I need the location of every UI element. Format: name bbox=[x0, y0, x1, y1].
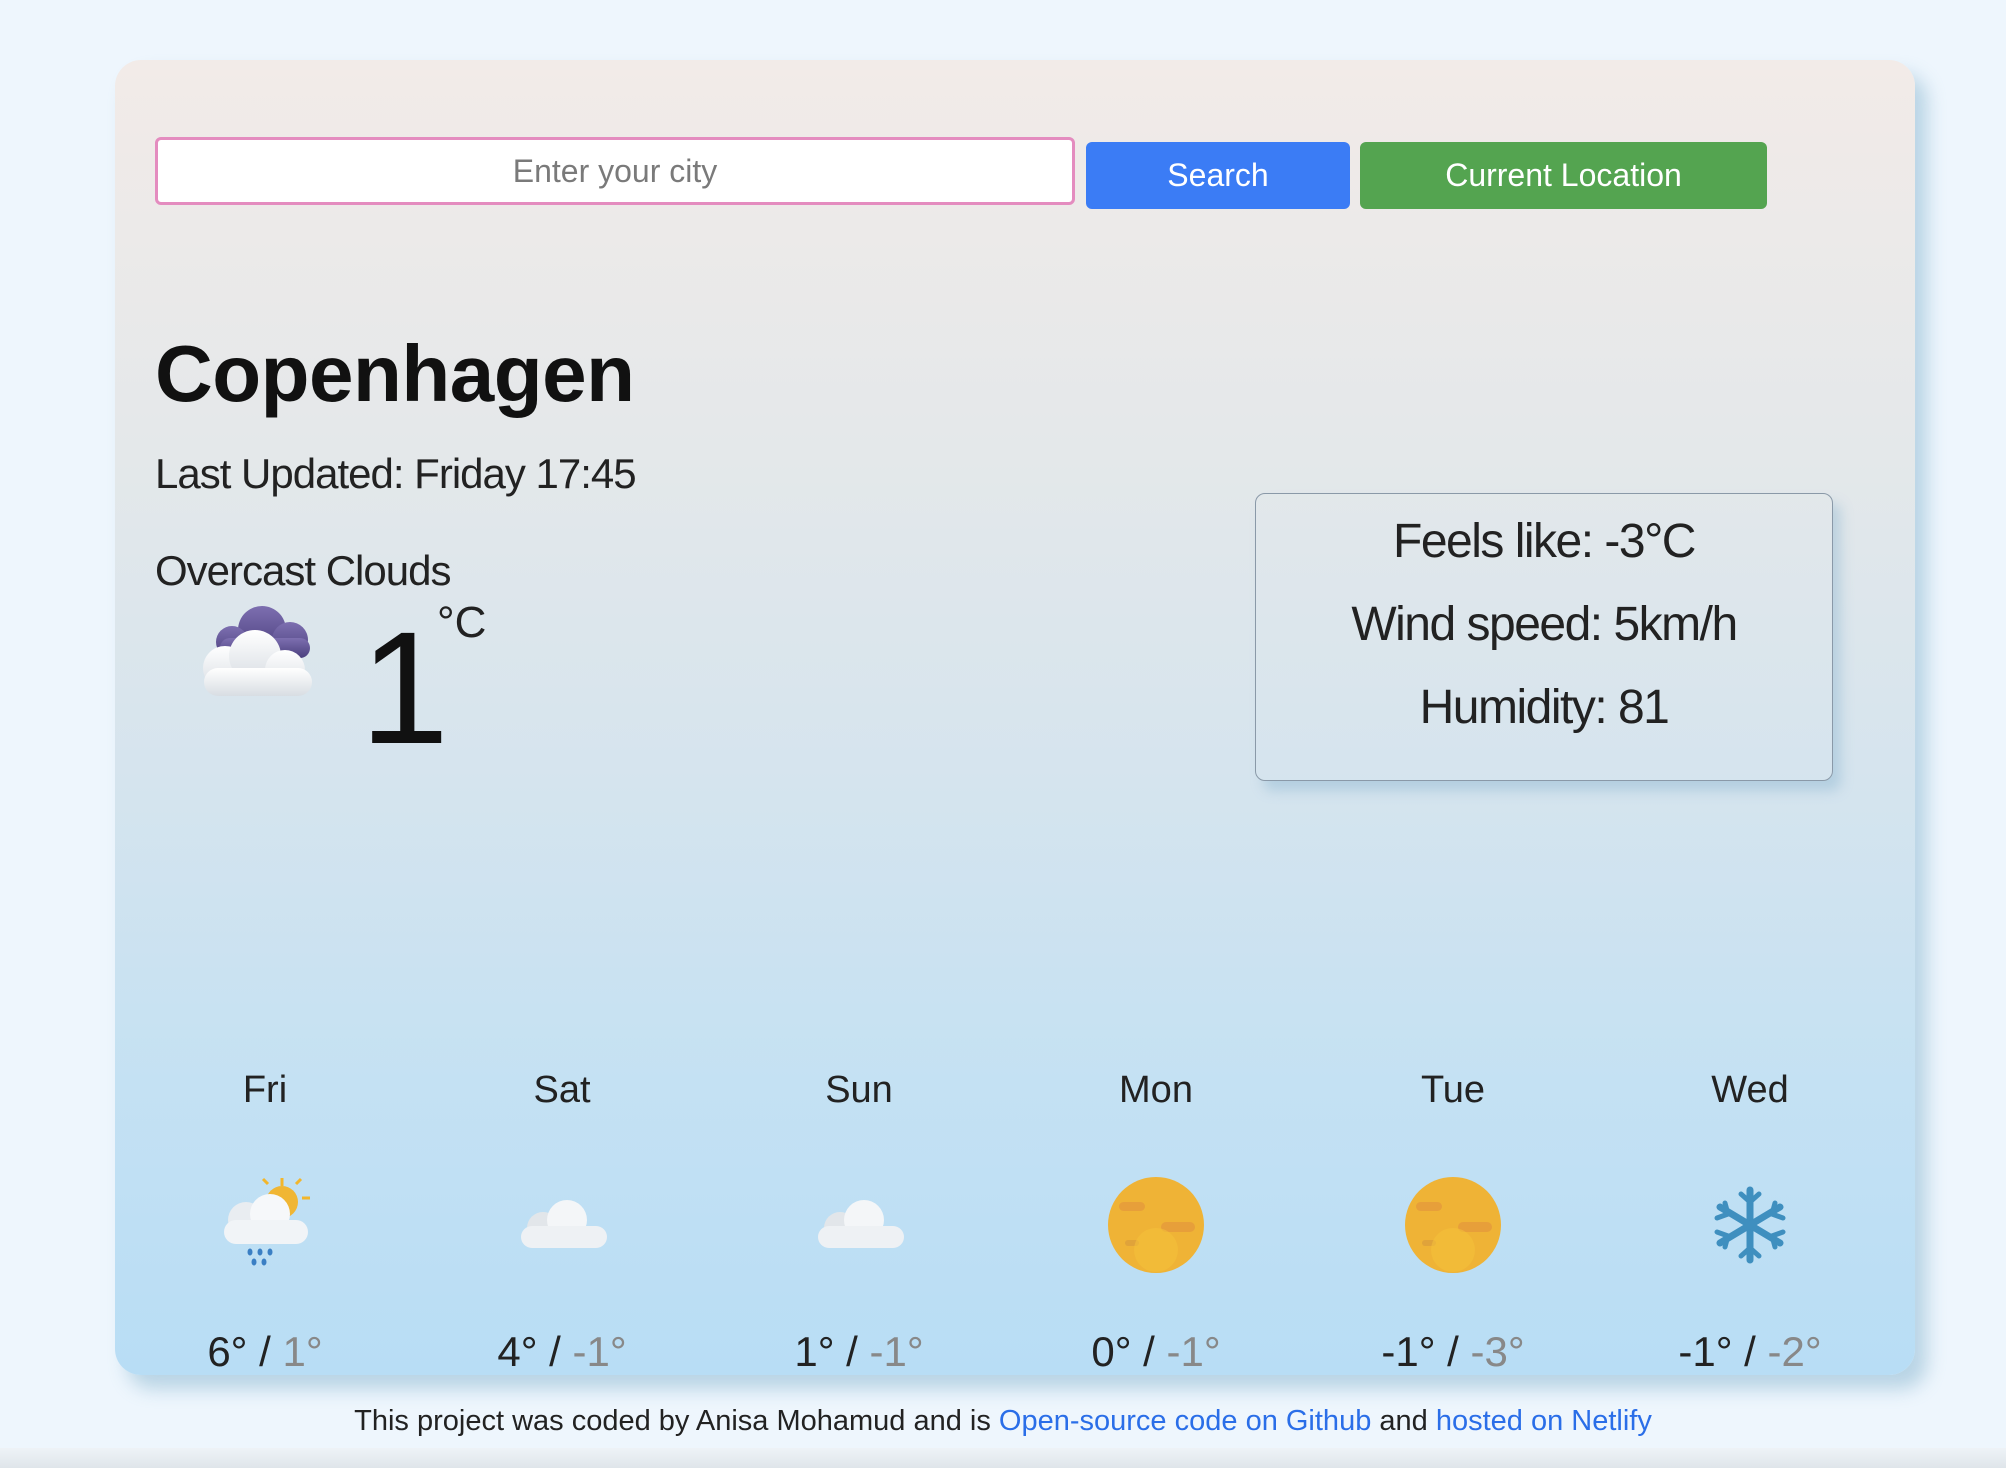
city-title: Copenhagen bbox=[155, 329, 635, 418]
sun-cloud-rain-icon bbox=[210, 1170, 320, 1280]
forecast-day: Sat 4° / -1° bbox=[412, 1060, 712, 1376]
weather-description: Overcast Clouds bbox=[155, 547, 451, 594]
forecast-day: Wed -1° / -2° bbox=[1600, 1060, 1900, 1376]
bottom-edge bbox=[0, 1448, 2006, 1468]
cloud-icon bbox=[507, 1170, 617, 1280]
forecast-temps: 1° / -1° bbox=[794, 1328, 924, 1375]
forecast-low: -3° bbox=[1470, 1328, 1525, 1375]
forecast-low: -1° bbox=[1166, 1328, 1221, 1375]
forecast-temps: -1° / -3° bbox=[1381, 1328, 1525, 1375]
sun-haze-icon bbox=[1101, 1170, 1211, 1280]
forecast-high: 1° bbox=[794, 1328, 835, 1375]
current-temperature: 1 bbox=[360, 598, 449, 777]
forecast-day-name: Fri bbox=[242, 1069, 288, 1111]
temperature-unit[interactable]: °C bbox=[437, 598, 486, 648]
wind-speed: Wind speed: 5km/h bbox=[1351, 598, 1738, 651]
last-updated: Last Updated: Friday 17:45 bbox=[155, 450, 637, 497]
sun-haze-icon bbox=[1398, 1170, 1508, 1280]
forecast-day: Fri 6° / 1° bbox=[115, 1060, 415, 1376]
forecast-low: -1° bbox=[869, 1328, 924, 1375]
forecast-day-name: Sat bbox=[533, 1069, 591, 1111]
cloud-icon bbox=[804, 1170, 914, 1280]
humidity: Humidity: 81 bbox=[1419, 681, 1670, 734]
forecast-low: -2° bbox=[1767, 1328, 1822, 1375]
forecast-low: -1° bbox=[572, 1328, 627, 1375]
forecast-day: Sun 1° / -1° bbox=[709, 1060, 1009, 1376]
forecast-temps: 0° / -1° bbox=[1091, 1328, 1221, 1375]
github-link[interactable]: Open-source code on Github bbox=[999, 1405, 1371, 1437]
forecast-low: 1° bbox=[282, 1328, 323, 1375]
search-button[interactable]: Search bbox=[1086, 142, 1350, 209]
overcast-clouds-icon bbox=[190, 590, 320, 700]
current-location-button[interactable]: Current Location bbox=[1360, 142, 1767, 209]
footer-text: This project was coded by Anisa Mohamud … bbox=[354, 1405, 991, 1437]
weather-details-box: Feels like: -3°C Wind speed: 5km/h Humid… bbox=[1255, 493, 1833, 781]
footer: This project was coded by Anisa Mohamud … bbox=[0, 1405, 2006, 1438]
forecast-high: -1° bbox=[1381, 1328, 1436, 1375]
forecast-temps: 6° / 1° bbox=[207, 1328, 323, 1375]
forecast-temps: 4° / -1° bbox=[497, 1328, 627, 1375]
forecast-high: 4° bbox=[497, 1328, 538, 1375]
weather-card: Search Current Location Copenhagen Last … bbox=[115, 60, 1915, 1375]
forecast-day-name: Sun bbox=[825, 1069, 893, 1111]
forecast-high: -1° bbox=[1678, 1328, 1733, 1375]
netlify-link[interactable]: hosted on Netlify bbox=[1436, 1405, 1652, 1437]
forecast-day-name: Mon bbox=[1119, 1069, 1193, 1111]
feels-like: Feels like: -3°C bbox=[1393, 515, 1696, 568]
forecast-day-name: Tue bbox=[1420, 1069, 1486, 1111]
forecast-high: 0° bbox=[1091, 1328, 1132, 1375]
forecast-day: Mon 0° / -1° bbox=[1006, 1060, 1306, 1376]
forecast-temps: -1° / -2° bbox=[1678, 1328, 1822, 1375]
forecast-high: 6° bbox=[207, 1328, 248, 1375]
footer-and: and bbox=[1379, 1405, 1428, 1437]
forecast-day: Tue -1° / -3° bbox=[1303, 1060, 1603, 1376]
forecast-day-name: Wed bbox=[1711, 1069, 1789, 1111]
city-search-input[interactable] bbox=[155, 137, 1075, 205]
snowflake-icon bbox=[1695, 1170, 1805, 1280]
